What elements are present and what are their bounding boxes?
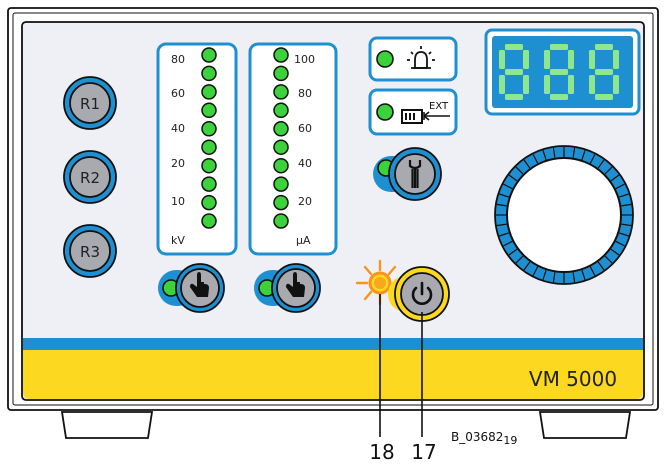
kv-led [201,194,217,211]
preset-button-r2[interactable]: R2 [63,150,117,204]
display-segment [550,69,568,75]
kv-led [201,102,217,119]
ua-led [273,176,289,192]
ua-meter: 100 80 60 40 20 µA [248,42,338,256]
ua-unit-label: µA [296,234,311,247]
ext-label: EXT [429,101,449,112]
display-segment [613,50,619,69]
ua-tick-60: 60 [298,122,312,135]
ua-led [273,194,289,211]
model-label: VM 5000 [529,367,617,391]
figure-code-sub: 19 [503,434,517,447]
kv-tick-20: 20 [171,157,185,170]
segment-display: 888 [484,28,641,116]
kv-unit-label: kV [171,234,185,247]
alarm-indicator [368,36,458,82]
preset-button-r1[interactable]: R1 [63,76,117,130]
ua-led [273,157,289,174]
display-segment [544,50,550,69]
display-segment [595,44,613,50]
kv-tick-40: 40 [171,122,185,135]
display-segment [568,50,574,69]
display-segment [499,50,505,69]
ua-led [273,213,289,229]
display-segment [589,75,595,94]
preset-button-r3[interactable]: R3 [63,224,117,278]
ua-tick-40: 40 [298,157,312,170]
preset-r3-label: R3 [80,243,100,261]
kv-led [201,121,217,137]
kv-tick-10: 10 [171,195,185,208]
display-segment [505,69,523,75]
rotary-knob[interactable] [494,145,634,285]
preset-r2-label: R2 [80,169,100,187]
kv-tick-60: 60 [171,87,185,100]
ua-led [273,65,289,82]
kv-led [201,65,217,82]
display-segment [523,50,529,69]
kv-led [201,176,217,192]
kv-led [201,157,217,174]
display-segment [550,94,568,100]
ua-tick-80: 80 [298,87,312,100]
kv-led [201,84,217,100]
display-segment [544,75,550,94]
ua-led [273,121,289,137]
ua-led [273,102,289,119]
display-segment [499,75,505,94]
ua-led [273,139,289,155]
blue-stripe [23,338,643,350]
ext-interlock-indicator: EXT [368,88,458,136]
display-segment [595,94,613,100]
display-segment [550,44,568,50]
ua-led [273,84,289,100]
kv-led [201,139,217,155]
display-segment [613,75,619,94]
display-segment [589,50,595,69]
callout-17: 17 [411,440,436,462]
display-segment [505,94,523,100]
foot-left [60,411,154,439]
display-segment [568,75,574,94]
kv-meter: 80 60 40 20 10 kV [156,42,238,256]
figure-code: B_0368219 [451,430,517,447]
display-segment [595,69,613,75]
display-segment [523,75,529,94]
display-segment [505,44,523,50]
ua-tick-100: 100 [294,53,315,66]
preset-r1-label: R1 [80,95,100,113]
ua-led [273,47,289,63]
callout-18: 18 [369,440,394,462]
device-front-panel-diagram: VM 5000 R1 R2 R3 80 60 40 20 10 kV 100 8… [0,0,665,464]
ua-tick-20: 20 [298,195,312,208]
foot-right [538,411,632,439]
kv-tick-80: 80 [171,53,185,66]
kv-led [201,213,217,229]
kv-led [201,47,217,63]
